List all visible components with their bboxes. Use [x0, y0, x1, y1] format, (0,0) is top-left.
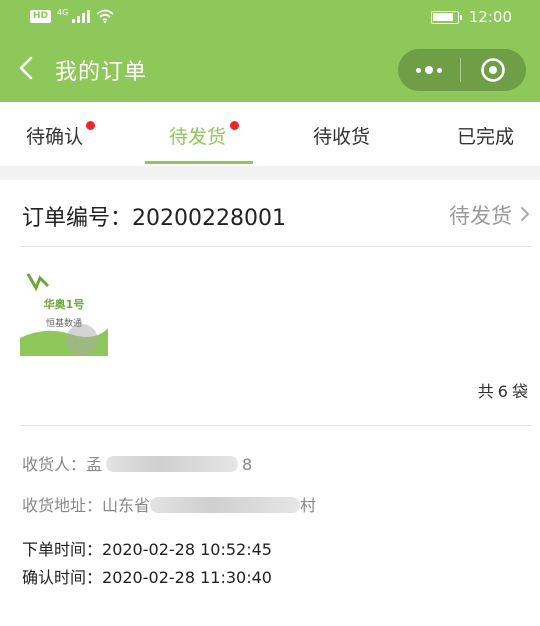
order-number: 订单编号：20200228001 — [22, 200, 286, 232]
notification-dot — [230, 121, 239, 130]
receiver-row: 收货人：孟 8 — [22, 451, 252, 475]
close-miniprogram-icon[interactable] — [461, 49, 525, 91]
address-end: 村 — [300, 496, 317, 515]
product-image[interactable]: 恒基数通 华奥1号 — [20, 268, 108, 356]
battery-icon — [430, 10, 462, 24]
divider — [20, 425, 532, 426]
order-status: 待发货 — [449, 204, 512, 228]
tab-pending-shipment[interactable]: 待发货 — [135, 102, 270, 166]
tab-label: 已完成 — [457, 126, 515, 148]
confirm-time-value: 2020-02-28 11:30:40 — [102, 568, 272, 587]
tab-label: 待收货 — [313, 126, 371, 148]
quantity-value: 6 — [497, 382, 508, 401]
redacted-receiver — [106, 455, 239, 472]
network-type: 4G — [57, 7, 69, 17]
order-number-label: 订单编号： — [22, 206, 133, 231]
hd-badge: HD — [30, 9, 52, 23]
tab-label: 待发货 — [169, 126, 227, 148]
confirm-time-label: 确认时间： — [22, 568, 103, 587]
status-right: 12:00 — [430, 8, 512, 26]
address-start: 山东省 — [102, 496, 151, 515]
order-number-value: 20200228001 — [132, 206, 286, 231]
status-left: HD 4G — [30, 7, 114, 23]
order-tabs: 待确认 待发货 待收货 已完成 — [0, 102, 540, 166]
battery-fill — [432, 12, 453, 21]
mini-program-capsule — [398, 49, 526, 91]
address-label: 收货地址： — [22, 496, 103, 515]
redacted-address — [150, 496, 301, 513]
receiver-label: 收货人： — [22, 455, 87, 474]
order-card[interactable]: 订单编号：20200228001 待发货 恒基数通 华奥1号 共6袋 收货人：孟… — [0, 180, 540, 626]
order-time-row: 下单时间：2020-02-28 10:52:45 — [22, 536, 272, 560]
quantity-prefix: 共 — [477, 382, 494, 401]
order-header[interactable]: 订单编号：20200228001 待发货 — [0, 180, 540, 246]
product-brand-text: 恒基数通 — [46, 317, 82, 329]
active-tab-indicator — [145, 161, 253, 164]
tab-label: 待确认 — [26, 126, 84, 148]
nav-bar: 我的订单 — [0, 34, 540, 102]
status-bar: HD 4G 12:00 — [0, 0, 540, 34]
order-time-value: 2020-02-28 10:52:45 — [102, 540, 272, 559]
chevron-right-icon — [518, 206, 532, 222]
tab-completed[interactable]: 已完成 — [405, 102, 540, 166]
quantity: 共6袋 — [474, 378, 528, 402]
order-time-label: 下单时间： — [22, 540, 103, 559]
address-row: 收货地址：山东省 村 — [22, 492, 316, 516]
more-icon[interactable] — [398, 49, 460, 91]
receiver-name-start: 孟 — [86, 455, 103, 474]
back-icon[interactable] — [14, 54, 40, 82]
quantity-unit: 袋 — [511, 382, 528, 401]
product-name-text: 华奥1号 — [44, 297, 85, 311]
page-title: 我的订单 — [55, 60, 148, 85]
divider — [20, 246, 532, 247]
confirm-time-row: 确认时间：2020-02-28 11:30:40 — [22, 564, 272, 588]
tab-pending-confirm[interactable]: 待确认 — [0, 102, 135, 166]
notification-dot — [86, 121, 95, 130]
signal-icon — [72, 9, 91, 23]
receiver-name-end: 8 — [242, 455, 253, 474]
wifi-icon — [96, 9, 114, 23]
tab-pending-receipt[interactable]: 待收货 — [270, 102, 405, 166]
clock: 12:00 — [468, 8, 512, 26]
